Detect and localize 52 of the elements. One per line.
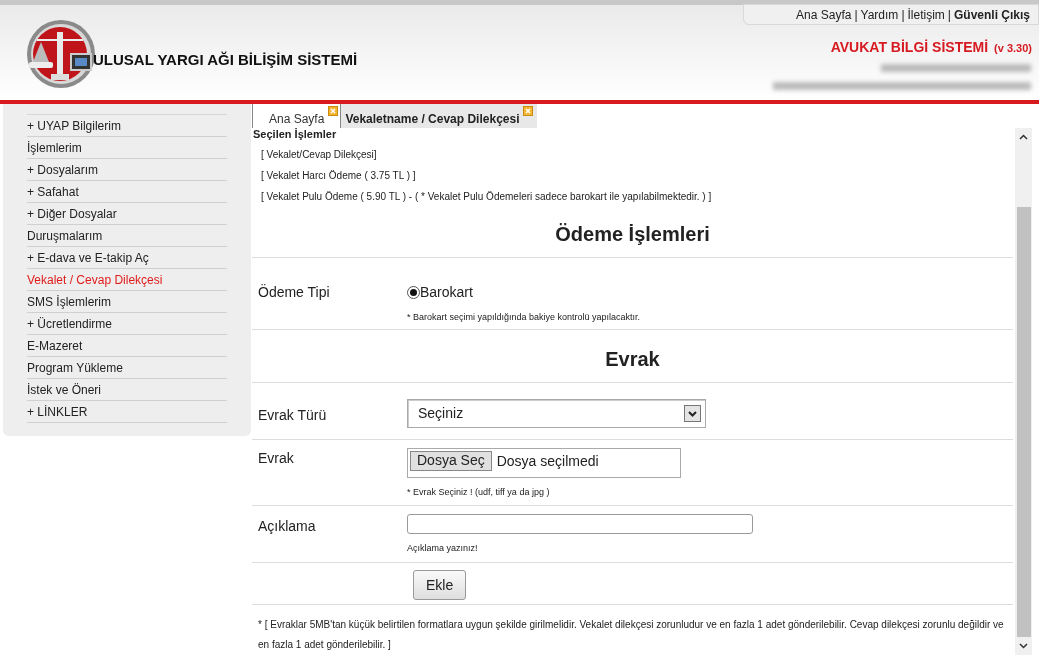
- sidebar-item[interactable]: Vekalet / Cevap Dilekçesi: [27, 269, 227, 291]
- top-link[interactable]: İletişim: [907, 5, 945, 24]
- tab[interactable]: Ana Sayfa: [252, 104, 341, 128]
- sidebar-item[interactable]: Duruşmalarım: [27, 225, 227, 247]
- site-title: ULUSAL YARGI AĞI BİLİŞİM SİSTEMİ: [93, 49, 358, 70]
- form-label: Evrak Türü: [257, 405, 328, 425]
- radio-label[interactable]: Barokart: [420, 282, 473, 303]
- document-type-select[interactable]: Seçiniz: [407, 398, 706, 428]
- sidebar-item[interactable]: + Ücretlendirme: [27, 313, 227, 335]
- sidebar-item[interactable]: İşlemlerim: [27, 137, 227, 159]
- form-label: Evrak: [257, 448, 295, 468]
- section-heading: Ödeme İşlemleri: [252, 219, 1013, 258]
- close-icon[interactable]: [328, 106, 339, 116]
- top-link[interactable]: Güvenli Çıkış: [953, 5, 1030, 24]
- top-link[interactable]: Yardım: [860, 5, 899, 24]
- version-label: (v 3.30): [994, 41, 1032, 56]
- add-button[interactable]: Ekle: [413, 570, 467, 601]
- sidebar-item[interactable]: + Diğer Dosyalar: [27, 203, 227, 225]
- close-icon[interactable]: [523, 106, 534, 116]
- sidebar-item[interactable]: + Dosyalarım: [27, 159, 227, 181]
- section-heading: Evrak: [252, 343, 1013, 383]
- sidebar-item[interactable]: + Safahat: [27, 181, 227, 203]
- separator: |: [900, 6, 906, 24]
- footer-note: * [ Evraklar 5MB'tan küçük belirtilen formatlara uygun şekilde girilmelidir. Vekalet dilekçesi zorunludur ve en fazla 1 adet gönderilebilir. Cevap dilekçesi zorunlu değildir ve en fazla 1 adet gönderilebilir. ]: [257, 618, 1005, 652]
- section-title: Seçilen İşlemler: [253, 128, 338, 140]
- sidebar-item[interactable]: + LİNKLER: [27, 401, 227, 423]
- separator: |: [946, 6, 952, 24]
- scroll-down-icon[interactable]: [1019, 643, 1028, 649]
- hint-text: * Barokart seçimi yapıldığında bakiye kontrolü yapılacaktır.: [407, 311, 641, 324]
- operation-item: [ Vekalet Harcı Ödeme ( 3.75 TL ) ]: [260, 170, 417, 182]
- tab[interactable]: Vekaletname / Cevap Dilekçesi: [340, 104, 538, 128]
- sidebar-item[interactable]: E-Mazeret: [27, 335, 227, 357]
- operation-item: [ Vekalet/Cevap Dilekçesi]: [260, 149, 378, 161]
- form-label: Ödeme Tipi: [257, 283, 331, 302]
- sidebar-item[interactable]: SMS İşlemlerim: [27, 291, 227, 313]
- separator: |: [853, 6, 859, 24]
- top-link[interactable]: Ana Sayfa: [796, 5, 852, 24]
- sidebar-item[interactable]: Program Yükleme: [27, 357, 227, 379]
- operation-item: [ Vekalet Pulu Ödeme ( 5.90 TL ) - ( * Vekalet Pulu Ödemeleri sadece barokart ile yapılabilmektedir. ) ]: [260, 191, 713, 203]
- form-label: Açıklama: [257, 517, 317, 537]
- radio-button[interactable]: [407, 286, 420, 299]
- hint-text: * Evrak Seçiniz ! (udf, tiff ya da jpg ): [407, 485, 551, 499]
- sidebar-item[interactable]: İstek ve Öneri: [27, 379, 227, 401]
- description-field[interactable]: [407, 514, 753, 535]
- sidebar-item[interactable]: + E-dava ve E-takip Aç: [27, 247, 227, 269]
- scroll-up-icon[interactable]: [1019, 134, 1028, 140]
- sidebar-item[interactable]: + UYAP Bilgilerim: [27, 115, 227, 137]
- system-title: AVUKAT BİLGİ SİSTEMİ: [830, 38, 989, 57]
- scrollbar[interactable]: [1015, 128, 1032, 655]
- file-input[interactable]: Dosya Seç Dosya seçilmedi: [407, 447, 681, 478]
- scrollbar-thumb[interactable]: [1016, 207, 1031, 637]
- hint-text: Açıklama yazınız!: [407, 542, 479, 556]
